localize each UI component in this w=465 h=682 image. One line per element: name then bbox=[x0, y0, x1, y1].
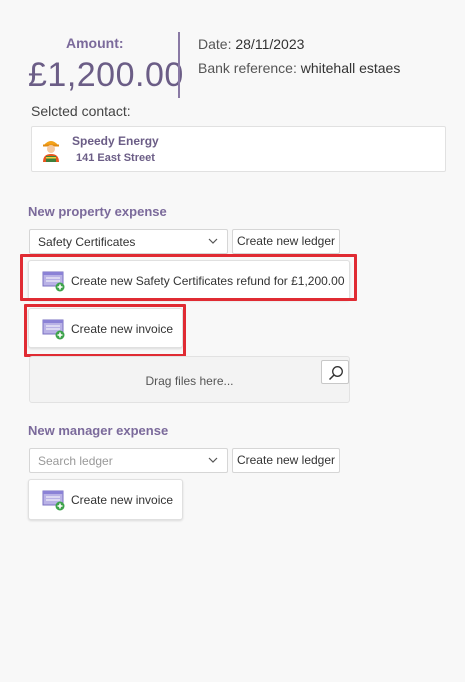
property-ledger-select[interactable]: Safety Certificates bbox=[29, 229, 228, 254]
property-ledger-select-value: Safety Certificates bbox=[38, 235, 136, 249]
property-expense-title: New property expense bbox=[28, 204, 167, 219]
create-refund-button[interactable]: Create new Safety Certificates refund fo… bbox=[28, 260, 350, 300]
amount-value: £1,200.00 bbox=[28, 56, 184, 94]
property-create-invoice-label: Create new invoice bbox=[71, 322, 174, 336]
contact-name: Speedy Energy bbox=[72, 134, 159, 148]
manager-ledger-select[interactable]: Search ledger bbox=[29, 448, 228, 473]
property-create-ledger-button[interactable]: Create new ledger bbox=[232, 229, 340, 254]
amount-label: Amount: bbox=[66, 35, 124, 51]
bank-reference-line: Bank reference: whitehall estaes bbox=[198, 60, 400, 76]
invoice-add-icon bbox=[42, 271, 65, 292]
bank-reference-value: whitehall estaes bbox=[300, 60, 401, 76]
date-value: 28/11/2023 bbox=[235, 36, 305, 52]
manager-create-ledger-button[interactable]: Create new ledger bbox=[232, 448, 340, 473]
selected-contact-label: Selcted contact: bbox=[31, 103, 131, 119]
search-icon bbox=[328, 366, 343, 381]
chevron-down-icon bbox=[208, 238, 218, 244]
dropzone-search-button[interactable] bbox=[321, 360, 349, 384]
create-refund-label: Create new Safety Certificates refund fo… bbox=[71, 274, 345, 288]
chevron-down-icon bbox=[208, 457, 218, 463]
date-line: Date: 28/11/2023 bbox=[198, 36, 304, 52]
manager-create-invoice-button[interactable]: Create new invoice bbox=[28, 479, 183, 520]
manager-create-invoice-label: Create new invoice bbox=[71, 493, 174, 507]
property-create-invoice-button[interactable]: Create new invoice bbox=[28, 308, 183, 348]
date-label: Date: bbox=[198, 36, 232, 52]
contact-address: 141 East Street bbox=[76, 152, 155, 164]
worker-avatar-icon bbox=[43, 141, 59, 162]
file-dropzone[interactable]: Drag files here... bbox=[29, 356, 350, 403]
manager-expense-title: New manager expense bbox=[28, 423, 169, 438]
invoice-add-icon bbox=[42, 319, 65, 340]
header-divider bbox=[178, 32, 180, 98]
manager-ledger-placeholder: Search ledger bbox=[38, 454, 113, 468]
invoice-add-icon bbox=[42, 490, 65, 511]
contact-card[interactable]: Speedy Energy 141 East Street bbox=[31, 126, 446, 172]
bank-reference-label: Bank reference: bbox=[198, 60, 297, 76]
dropzone-text: Drag files here... bbox=[145, 374, 234, 388]
